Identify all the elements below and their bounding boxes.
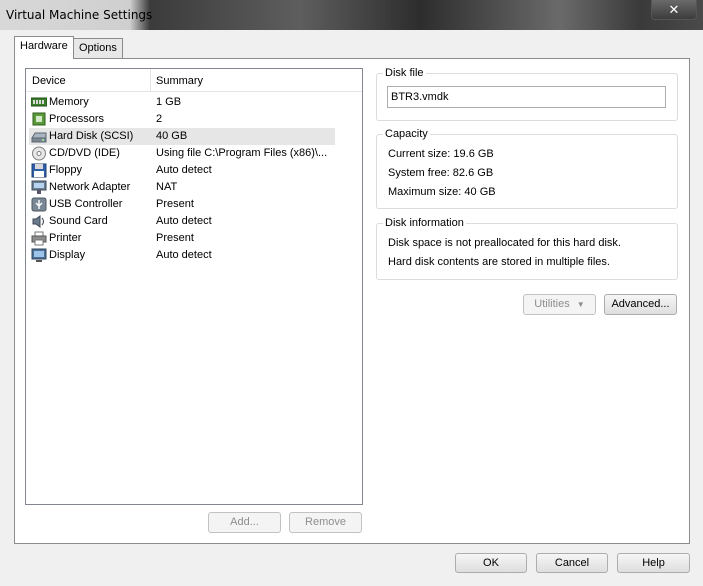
device-row-printer[interactable]: Printer Present	[29, 230, 335, 247]
vm-settings-window: Virtual Machine Settings ✕ Hardware Opti…	[0, 0, 703, 586]
device-row-display[interactable]: Display Auto detect	[29, 247, 335, 264]
disk-info-line-1: Disk space is not preallocated for this …	[388, 237, 621, 249]
add-device-button[interactable]: Add...	[208, 512, 281, 533]
device-name: Hard Disk (SCSI)	[49, 130, 134, 142]
tab-hardware[interactable]: Hardware	[14, 36, 74, 59]
device-row-sound-card[interactable]: Sound Card Auto detect	[29, 213, 335, 230]
device-name: USB Controller	[49, 198, 123, 210]
device-name: Display	[49, 249, 86, 261]
device-name: Floppy	[49, 164, 83, 176]
memory-icon	[31, 97, 47, 107]
floppy-icon	[31, 163, 47, 178]
hard-disk-icon	[31, 132, 47, 143]
device-summary: Using file C:\Program Files (x86)\...	[156, 147, 328, 159]
chevron-down-icon: ▼	[576, 300, 585, 309]
device-row-memory[interactable]: Memory 1 GB	[29, 94, 335, 111]
advanced-button[interactable]: Advanced...	[604, 294, 677, 315]
disk-information-group	[376, 223, 678, 280]
device-name: CD/DVD (IDE)	[49, 147, 120, 159]
display-icon	[31, 248, 47, 262]
column-divider[interactable]	[150, 69, 151, 91]
help-button[interactable]: Help	[617, 553, 690, 573]
device-summary: Present	[156, 232, 194, 244]
device-summary: Auto detect	[156, 164, 212, 176]
sound-card-icon	[32, 215, 44, 228]
current-size-text: Current size: 19.6 GB	[388, 148, 494, 160]
device-name: Processors	[49, 113, 105, 125]
device-summary: 1 GB	[156, 96, 182, 108]
device-row-hard-disk[interactable]: Hard Disk (SCSI) 40 GB	[29, 128, 335, 145]
device-list[interactable]: Device Summary Memory 1 GB Processors 2	[25, 68, 363, 505]
device-row-network-adapter[interactable]: Network Adapter NAT	[29, 179, 335, 196]
device-row-usb-controller[interactable]: USB Controller Present	[29, 196, 335, 213]
cd-dvd-icon	[32, 146, 46, 161]
device-row-processors[interactable]: Processors 2	[29, 111, 335, 128]
device-row-floppy[interactable]: Floppy Auto detect	[29, 162, 335, 179]
device-name: Sound Card	[49, 215, 108, 227]
device-name: Network Adapter	[49, 181, 131, 193]
summary-column-header[interactable]: Summary	[156, 75, 203, 87]
device-summary: Present	[156, 198, 194, 210]
remove-device-button[interactable]: Remove	[289, 512, 362, 533]
title-bar[interactable]: Virtual Machine Settings ✕	[0, 0, 703, 30]
utilities-button[interactable]: Utilities ▼	[523, 294, 596, 315]
device-summary: NAT	[156, 181, 178, 193]
device-column-header[interactable]: Device	[32, 75, 66, 87]
device-name: Printer	[49, 232, 82, 244]
disk-info-line-2: Hard disk contents are stored in multipl…	[388, 256, 610, 268]
device-row-cd-dvd[interactable]: CD/DVD (IDE) Using file C:\Program Files…	[29, 145, 335, 162]
capacity-label: Capacity	[383, 128, 430, 140]
disk-information-label: Disk information	[383, 217, 466, 229]
network-adapter-icon	[31, 180, 47, 194]
printer-icon	[31, 231, 47, 246]
disk-file-label: Disk file	[383, 67, 426, 79]
device-summary: Auto detect	[156, 249, 212, 261]
usb-icon	[31, 197, 47, 212]
processor-icon	[32, 112, 46, 126]
maximum-size-text: Maximum size: 40 GB	[388, 186, 496, 198]
device-summary: 40 GB	[156, 130, 188, 142]
device-name: Memory	[49, 96, 89, 108]
device-summary: 2	[156, 113, 163, 125]
system-free-text: System free: 82.6 GB	[388, 167, 494, 179]
ok-button[interactable]: OK	[455, 553, 527, 573]
tab-options[interactable]: Options	[73, 38, 123, 58]
utilities-label: Utilities	[534, 298, 570, 310]
window-title: Virtual Machine Settings	[6, 8, 153, 22]
device-list-header: Device Summary	[26, 69, 362, 92]
cancel-button[interactable]: Cancel	[536, 553, 608, 573]
close-button[interactable]: ✕	[651, 0, 697, 20]
device-summary: Auto detect	[156, 215, 212, 227]
disk-file-field[interactable]: BTR3.vmdk	[387, 86, 666, 108]
